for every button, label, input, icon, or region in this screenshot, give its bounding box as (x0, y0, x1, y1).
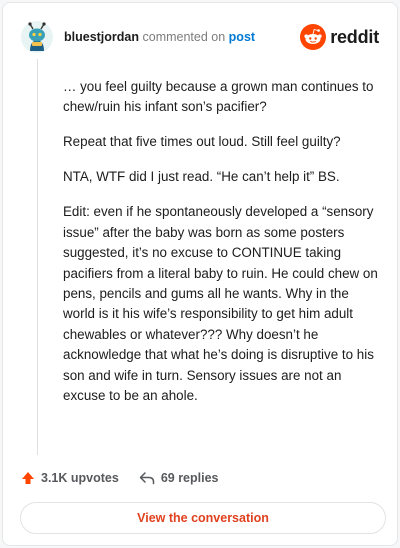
upvote-button[interactable]: 3.1K upvotes (21, 471, 119, 485)
username-link[interactable]: bluestjordan (64, 30, 139, 44)
reply-arrow-icon (139, 472, 155, 485)
reddit-wordmark: reddit (330, 26, 379, 47)
reddit-logo-icon (300, 24, 327, 50)
commented-on-text: commented on (142, 30, 226, 44)
comment-paragraph: … you feel guilty because a grown man co… (63, 79, 374, 115)
replies-button[interactable]: 69 replies (139, 471, 219, 485)
view-conversation-button[interactable]: View the conversation (20, 502, 386, 534)
comment-paragraph: Edit: even if he spontaneously developed… (63, 204, 378, 404)
comment-actions: 3.1K upvotes 69 replies (21, 469, 239, 487)
snoo-avatar-icon (21, 21, 53, 53)
upvote-arrow-icon (22, 472, 34, 484)
comment-card: bluestjordan commented on post reddit … … (2, 2, 398, 546)
comment-paragraph: NTA, WTF did I just read. “He can’t help… (63, 169, 340, 185)
comment-paragraph: Repeat that five times out loud. Still f… (63, 134, 341, 150)
upvote-count: 3.1K upvotes (41, 471, 119, 485)
reply-count: 69 replies (160, 471, 219, 485)
thread-line[interactable] (37, 59, 38, 455)
comment-body: … you feel guilty because a grown man co… (63, 77, 381, 421)
reddit-brand[interactable]: reddit (300, 23, 379, 51)
comment-meta: bluestjordan commented on post (64, 29, 255, 45)
avatar[interactable] (21, 21, 53, 53)
comment-header: bluestjordan commented on post reddit (21, 21, 379, 53)
post-link[interactable]: post (229, 30, 255, 44)
